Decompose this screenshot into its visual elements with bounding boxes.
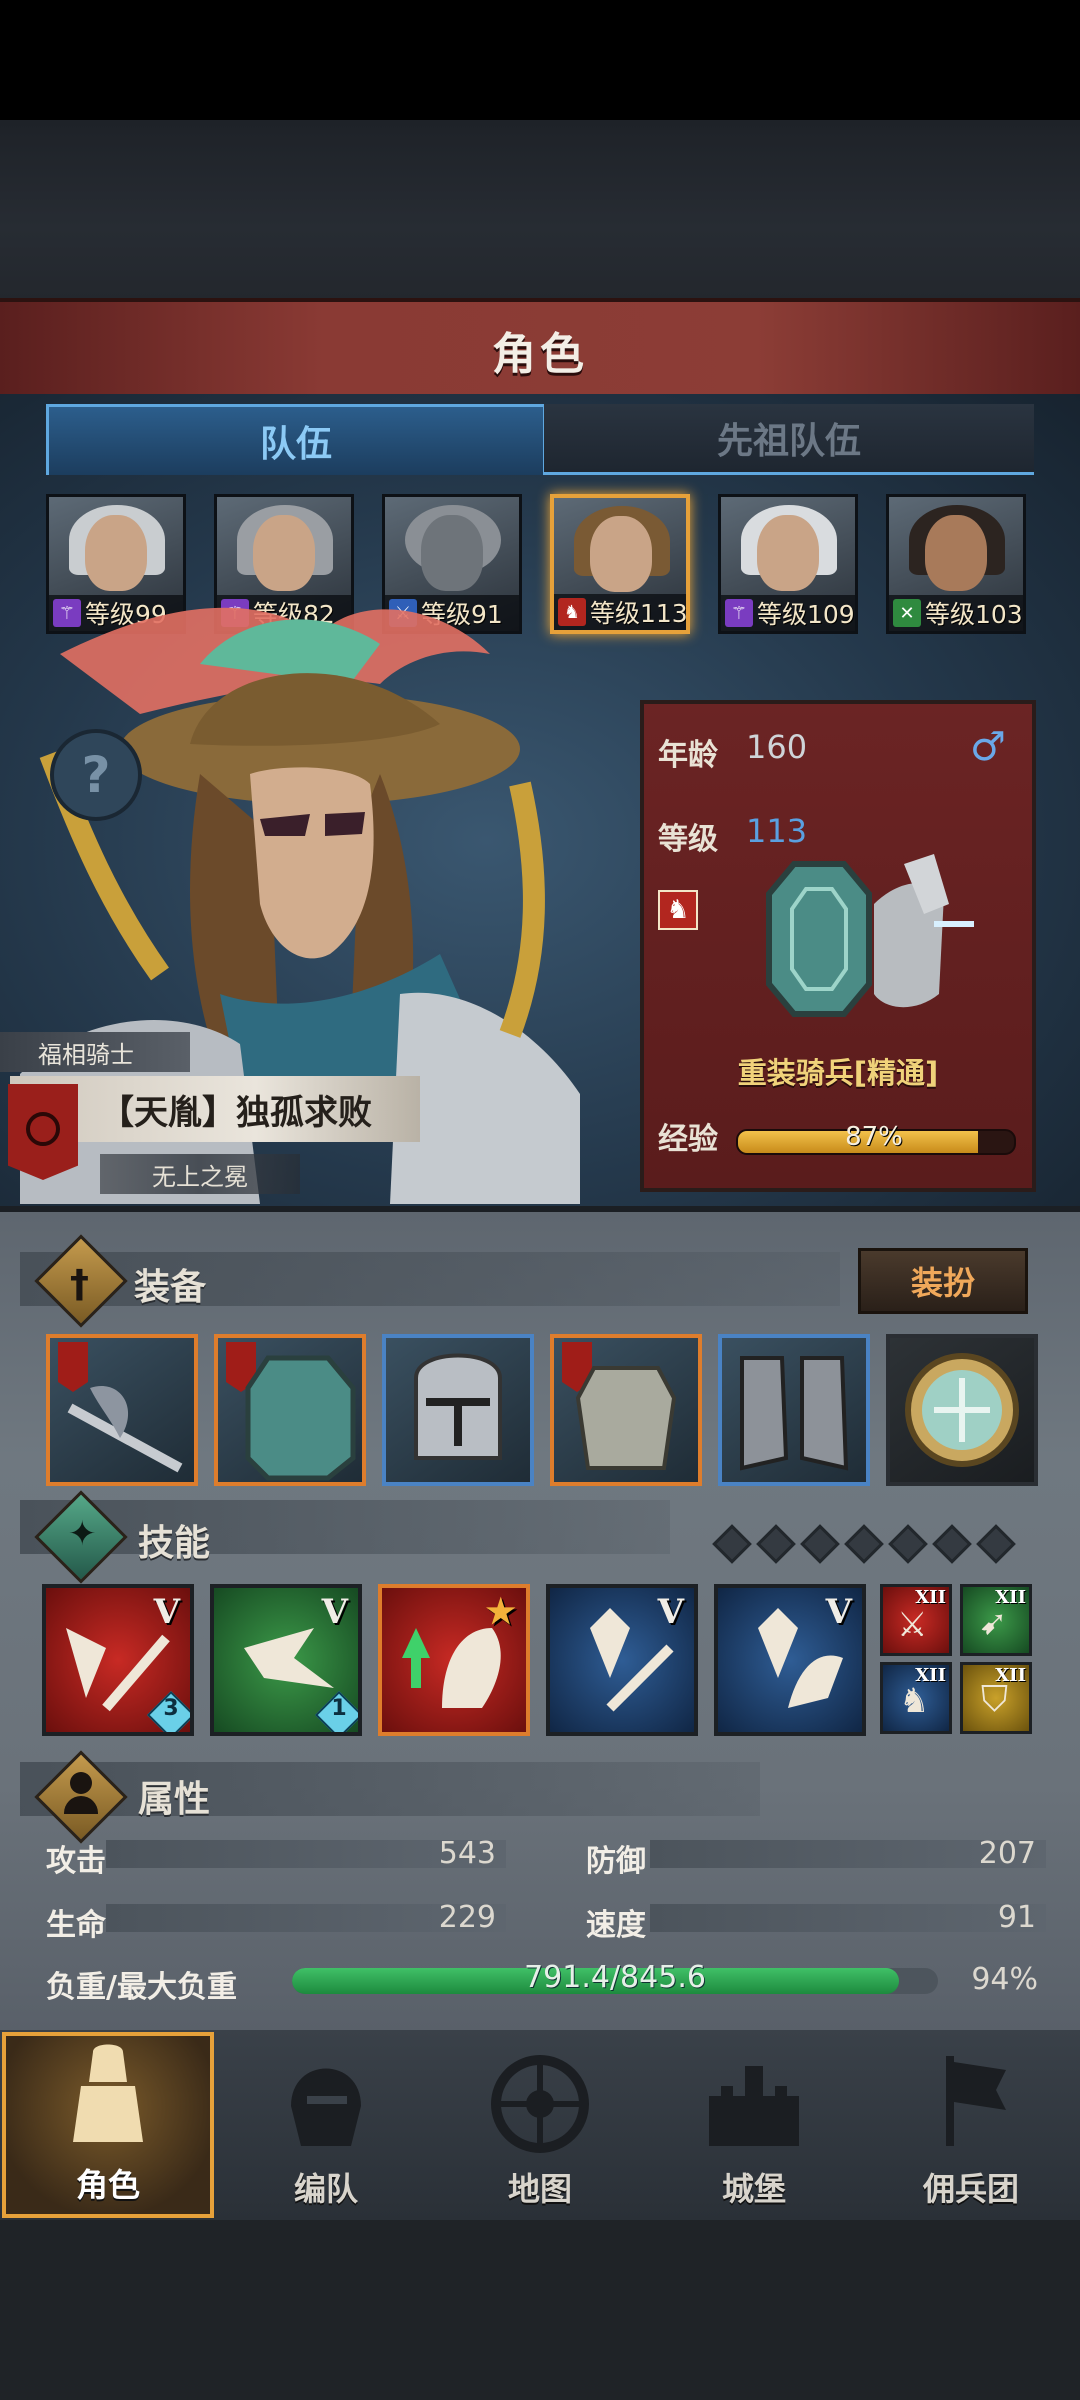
skill-rank: XII [915, 1665, 946, 1686]
attack-value: 543 [438, 1836, 496, 1871]
skill-badge: 1 [331, 1696, 347, 1721]
age-value: 160 [746, 728, 808, 766]
skill-slot-3[interactable]: ★ [378, 1584, 530, 1736]
sword-skill-icon: ⚔ [897, 1605, 928, 1645]
nav-label: 地图 [507, 2170, 572, 2208]
exp-label: 经验 [658, 1122, 718, 1157]
skill-rank: V [825, 1592, 852, 1632]
banner-icon [946, 2056, 1006, 2146]
faction-banner-icon [8, 1084, 78, 1180]
hero-info-card: 年龄 160 ♂ 等级 113 ♞ 重装骑兵[精通] 经验 87% [640, 700, 1036, 1192]
hp-label: 生命 [46, 1908, 106, 1943]
dress-up-button[interactable]: 装扮 [858, 1248, 1028, 1314]
skills-title: 技能 [138, 1523, 211, 1564]
helmet-icon [414, 1353, 502, 1460]
equip-slot-armor[interactable] [550, 1334, 702, 1486]
hp-value: 229 [438, 1900, 496, 1935]
skill-slot-4[interactable]: V [546, 1584, 698, 1736]
skill-rank-star: ★ [485, 1592, 516, 1632]
armor-icon [562, 1342, 677, 1470]
skill-slot-2[interactable]: V 1 [210, 1584, 362, 1736]
knight-icon [73, 2044, 143, 2142]
defense-label: 防御 [586, 1844, 646, 1879]
nav-label: 城堡 [721, 2170, 786, 2208]
skill-slot-1[interactable]: V 3 [42, 1584, 194, 1736]
heavy-cavalry-unit-art [766, 854, 974, 1017]
party-level: 等级103 [925, 600, 1023, 629]
nav-map[interactable]: 地图 [436, 2032, 644, 2218]
greaves-icon [740, 1356, 849, 1471]
nav-label: 角色 [75, 2166, 140, 2204]
castle-icon [709, 2066, 799, 2146]
equip-slot-boots[interactable] [718, 1334, 870, 1486]
passive-skill-3[interactable]: ♞ XII [880, 1662, 952, 1734]
title-banner: 角色 [0, 298, 1080, 402]
equip-slot-shield[interactable] [214, 1334, 366, 1486]
crossed-swords-icon: ✕ [893, 599, 921, 627]
attack-label: 攻击 [46, 1844, 106, 1879]
load-value: 791.4/845.6 [524, 1960, 706, 1995]
load-label: 负重/最大负重 [46, 1970, 237, 2005]
staff-icon: ⚚ [725, 599, 753, 627]
level-label: 等级 [658, 822, 718, 857]
passive-skill-1[interactable]: ⚔ XII [880, 1584, 952, 1656]
skill-badge: 3 [163, 1696, 179, 1721]
medallion-icon [905, 1353, 1019, 1467]
skill-rank: V [153, 1592, 180, 1632]
boot-skill-icon: ➹ [979, 1603, 1008, 1643]
equip-slot-accessory[interactable] [886, 1334, 1038, 1486]
party-level: 等级109 [757, 600, 855, 629]
exp-percent: 87% [845, 1122, 903, 1152]
age-label: 年龄 [658, 738, 718, 773]
help-button[interactable]: ? [50, 729, 142, 821]
skill-rank: XII [995, 1665, 1026, 1686]
shield-icon [226, 1342, 356, 1481]
nav-formation[interactable]: 编队 [222, 2032, 430, 2218]
screen-title: 角色 [492, 329, 588, 380]
footer [0, 2220, 1080, 2400]
male-icon: ♂ [970, 724, 1006, 770]
skill-slot-5[interactable]: V [714, 1584, 866, 1736]
nav-label: 编队 [293, 2170, 358, 2208]
nav-mercenary[interactable]: 佣兵团 [864, 2032, 1078, 2218]
horse-skill-icon: ♞ [899, 1681, 930, 1721]
hero-title[interactable]: 无上之冕 [100, 1154, 300, 1194]
hero-class-tag: 福相骑士 [0, 1032, 190, 1072]
skill-rank: XII [995, 1587, 1026, 1608]
party-member-5[interactable]: ⚚ 等级109 [718, 494, 858, 634]
compass-icon [491, 2055, 589, 2153]
tab-ancestor-team[interactable]: 先祖队伍 [544, 404, 1034, 475]
nav-label: 佣兵团 [922, 2170, 1019, 2208]
equipment-title: 装备 [134, 1267, 207, 1308]
passive-skill-4[interactable]: ⛉ XII [960, 1662, 1032, 1734]
nav-role[interactable]: 角色 [2, 2032, 214, 2218]
speed-value: 91 [997, 1900, 1036, 1935]
skill-rank: V [321, 1592, 348, 1632]
helmet-icon [291, 2068, 361, 2146]
hero-panel: 队伍 先祖队伍 ⚚等级99 ⚚等级82 ⚔等级91 ♞等级113 ⚚等级109 … [0, 394, 1080, 1206]
unit-type: 重装骑兵[精通] [737, 1056, 939, 1090]
skill-rank: V [657, 1592, 684, 1632]
defense-value: 207 [978, 1836, 1036, 1871]
halberd-icon [58, 1342, 183, 1473]
status-bar [0, 0, 1080, 120]
equip-slot-helmet[interactable] [382, 1334, 534, 1486]
equip-slot-weapon[interactable] [46, 1334, 198, 1486]
passive-skill-2[interactable]: ➹ XII [960, 1584, 1032, 1656]
cavalry-class-icon: ♞ [658, 890, 698, 930]
nav-castle[interactable]: 城堡 [650, 2032, 858, 2218]
speed-label: 速度 [586, 1908, 646, 1943]
top-band [0, 120, 1080, 300]
skill-rank: XII [915, 1587, 946, 1608]
load-percent: 94% [971, 1962, 1038, 1997]
attributes-title: 属性 [138, 1779, 211, 1820]
tab-team[interactable]: 队伍 [46, 404, 546, 475]
party-member-6[interactable]: ✕ 等级103 [886, 494, 1026, 634]
